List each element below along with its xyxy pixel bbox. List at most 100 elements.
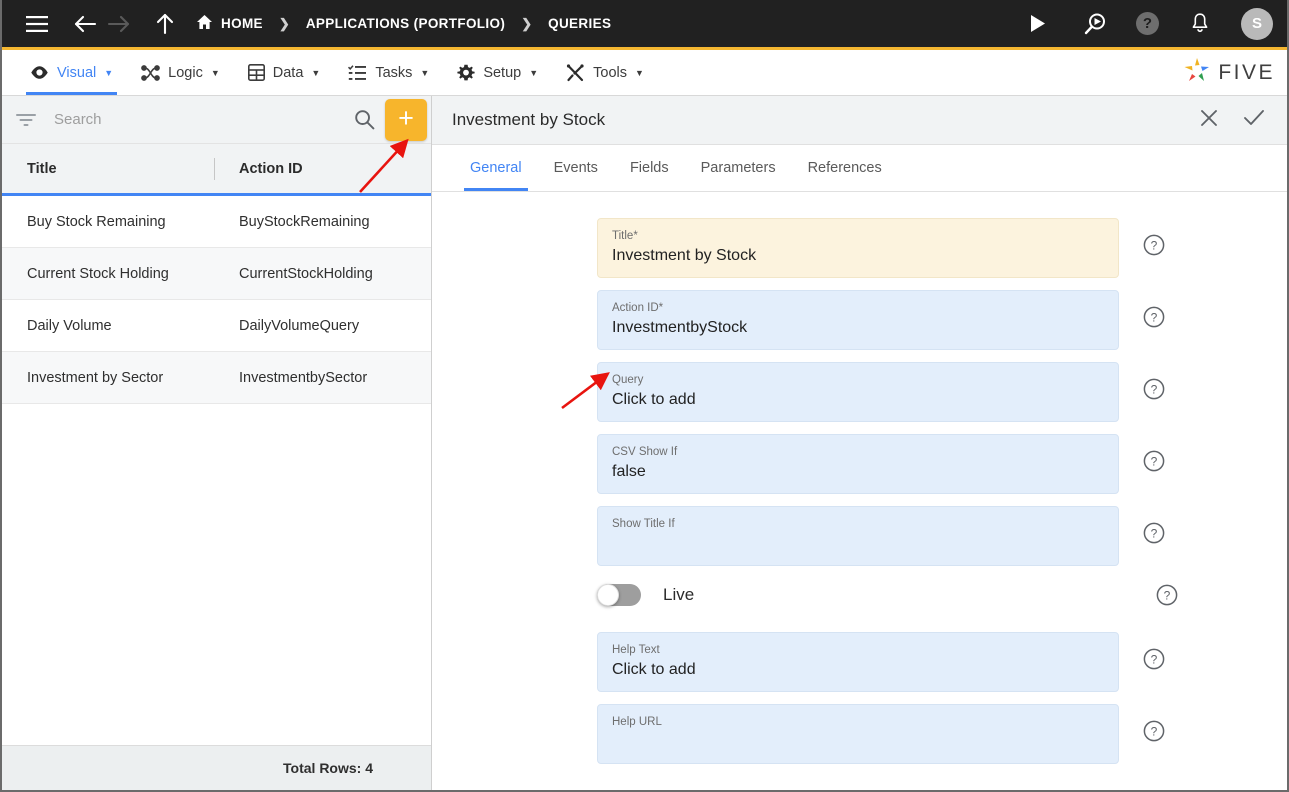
help-circle-icon[interactable]: ?: [1143, 306, 1165, 328]
plus-icon: +: [398, 103, 414, 133]
menu-item-setup[interactable]: Setup ▼: [443, 50, 552, 95]
breadcrumb-label-applications: APPLICATIONS (PORTFOLIO): [305, 16, 506, 31]
field-label-query: Query: [612, 374, 644, 386]
svg-text:?: ?: [1151, 238, 1158, 252]
help-icon[interactable]: ?: [1136, 12, 1159, 35]
run-icon[interactable]: [1020, 7, 1054, 41]
menu-item-logic[interactable]: Logic ▼: [127, 50, 234, 95]
show-title-if-field[interactable]: Show Title If: [597, 506, 1119, 566]
hamburger-menu-icon[interactable]: [20, 7, 54, 41]
arrow-right-icon: [102, 7, 136, 41]
tab-references[interactable]: References: [792, 145, 898, 191]
menu-label-setup: Setup: [483, 64, 522, 81]
check-icon[interactable]: [1243, 108, 1265, 133]
search-input[interactable]: [54, 111, 347, 128]
avatar[interactable]: S: [1241, 7, 1273, 40]
help-text-field[interactable]: Help Text Click to add: [597, 632, 1119, 692]
arrow-left-icon[interactable]: [68, 7, 102, 41]
csv-show-if-field[interactable]: CSV Show If false: [597, 434, 1119, 494]
column-header-title[interactable]: Title: [2, 161, 214, 177]
field-row-csv-show-if: CSV Show If false ?: [432, 434, 1287, 494]
field-value-title: Investment by Stock: [612, 247, 757, 264]
help-circle-icon[interactable]: ?: [1143, 378, 1165, 400]
table-row[interactable]: Current Stock Holding CurrentStockHoldin…: [2, 248, 431, 300]
app-window: HOME ❯ APPLICATIONS (PORTFOLIO) ❯ QUERIE…: [0, 0, 1289, 792]
field-row-help-url: Help URL ?: [432, 704, 1287, 764]
required-marker: *: [658, 302, 664, 314]
menu-label-logic: Logic: [168, 64, 203, 81]
detail-header-actions: [1199, 108, 1265, 133]
field-value-help-url: [612, 731, 1104, 753]
breadcrumb-item-applications[interactable]: APPLICATIONS (PORTFOLIO): [306, 16, 505, 31]
close-icon[interactable]: [1199, 108, 1219, 133]
gear-icon: [457, 64, 475, 82]
search-run-icon[interactable]: [1078, 7, 1112, 41]
search-icon[interactable]: [347, 109, 381, 130]
field-label-title: Title*: [612, 228, 1104, 244]
field-label-csv-show-if: CSV Show If: [612, 446, 678, 458]
toggle-knob: [597, 584, 619, 606]
general-form: Title* Investment by Stock ? Action ID*: [432, 192, 1287, 790]
tab-parameters[interactable]: Parameters: [685, 145, 792, 191]
tab-label-parameters: Parameters: [700, 160, 776, 176]
tab-fields[interactable]: Fields: [614, 145, 685, 191]
help-circle-icon[interactable]: ?: [1143, 648, 1165, 670]
field-row-action-id: Action ID* InvestmentbyStock ?: [432, 290, 1287, 350]
help-circle-icon[interactable]: ?: [1156, 584, 1178, 606]
checklist-icon: [348, 64, 367, 81]
breadcrumb-item-home[interactable]: HOME: [196, 14, 263, 33]
menu-item-tools[interactable]: Tools ▼: [552, 50, 658, 95]
tab-label-fields: Fields: [629, 160, 669, 176]
help-url-field[interactable]: Help URL: [597, 704, 1119, 764]
live-toggle[interactable]: [597, 584, 641, 606]
active-tab-underline: [464, 188, 528, 191]
field-row-query: Query Click to add ?: [432, 362, 1287, 422]
search-toolbar: +: [2, 96, 431, 144]
grid-header-row: Title Action ID: [2, 144, 431, 196]
table-row[interactable]: Buy Stock Remaining BuyStockRemaining: [2, 196, 431, 248]
menu-label-tools: Tools: [593, 64, 627, 81]
action-id-field[interactable]: Action ID* InvestmentbyStock: [597, 290, 1119, 350]
cell-action-id: BuyStockRemaining: [239, 213, 370, 230]
grid-rows: Buy Stock Remaining BuyStockRemaining Cu…: [2, 196, 431, 745]
main-body: + Title Action ID Buy Stock Remaining Bu…: [2, 95, 1287, 790]
breadcrumb-separator: ❯: [278, 15, 290, 31]
help-circle-icon[interactable]: ?: [1143, 234, 1165, 256]
tab-general[interactable]: General: [454, 145, 538, 191]
field-label-help-url: Help URL: [612, 716, 662, 728]
detail-tabs: General Events Fields Parameters Referen…: [432, 145, 1287, 192]
table-row[interactable]: Daily Volume DailyVolumeQuery: [2, 300, 431, 352]
cell-action-id: DailyVolumeQuery: [239, 317, 360, 334]
eye-icon: [30, 65, 49, 80]
help-circle-icon[interactable]: ?: [1143, 720, 1165, 742]
menu-item-data[interactable]: Data ▼: [234, 50, 335, 95]
svg-text:?: ?: [1151, 526, 1158, 540]
help-circle-icon[interactable]: ?: [1143, 522, 1165, 544]
tab-events[interactable]: Events: [538, 145, 614, 191]
filter-icon[interactable]: [16, 113, 36, 127]
table-icon: [247, 64, 265, 81]
column-header-action-id[interactable]: Action ID: [215, 161, 431, 177]
title-field[interactable]: Title* Investment by Stock: [597, 218, 1119, 278]
table-row[interactable]: Investment by Sector InvestmentbySector: [2, 352, 431, 404]
page-title: Investment by Stock: [452, 110, 606, 129]
tab-label-events: Events: [553, 160, 598, 176]
menu-item-visual[interactable]: Visual ▼: [16, 50, 127, 95]
required-marker: *: [633, 230, 638, 242]
menu-item-tasks[interactable]: Tasks ▼: [334, 50, 443, 95]
notifications-bell-icon[interactable]: [1183, 7, 1217, 41]
label-text: Title: [612, 230, 634, 242]
five-logo: FIVE: [1183, 50, 1287, 95]
query-detail-panel: Investment by Stock General Events Field…: [432, 96, 1287, 790]
field-value-help-text: Click to add: [612, 661, 696, 678]
five-wordmark: FIVE: [1218, 60, 1275, 84]
top-bar-actions: ? S: [1020, 7, 1273, 41]
add-query-button[interactable]: +: [385, 98, 427, 141]
breadcrumb-item-queries[interactable]: QUERIES: [548, 16, 611, 31]
help-circle-icon[interactable]: ?: [1143, 450, 1165, 472]
chevron-down-icon: ▼: [104, 67, 114, 78]
svg-text:?: ?: [1164, 588, 1171, 602]
cell-title: Daily Volume: [27, 317, 112, 334]
query-field[interactable]: Query Click to add: [597, 362, 1119, 422]
arrow-up-icon[interactable]: [148, 7, 182, 41]
